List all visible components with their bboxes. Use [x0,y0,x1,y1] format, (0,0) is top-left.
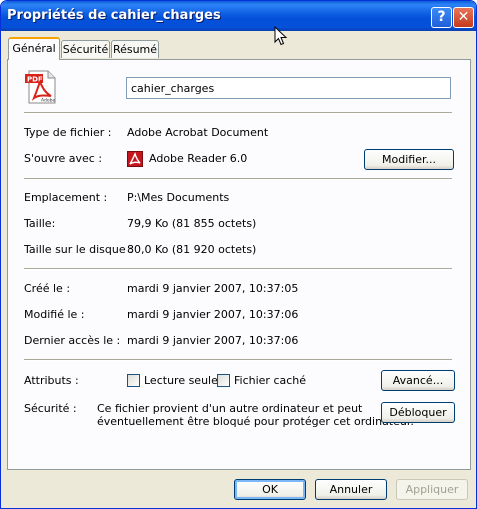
readonly-label: Lecture seule [144,374,218,387]
apply-button[interactable]: Appliquer [396,479,468,500]
created-label: Créé le : [24,282,71,295]
modify-button[interactable]: Modifier... [364,149,454,170]
adobe-reader-icon [127,151,143,167]
location-value: P:\Mes Documents [127,191,230,204]
separator [24,112,452,114]
attributes-label: Attributs : [24,374,79,387]
hidden-label: Fichier caché [234,374,307,387]
separator [24,178,452,180]
advanced-button[interactable]: Avancé... [381,370,455,391]
disk-size-label: Taille sur le disque : [24,243,133,256]
disk-size-value: 80,0 Ko (81 920 octets) [127,243,257,256]
security-text-line2: éventuellement être bloqué pour protéger… [97,415,414,428]
ok-button[interactable]: OK [234,479,306,500]
modified-value: mardi 9 janvier 2007, 10:37:06 [127,308,299,321]
opens-with-value: Adobe Reader 6.0 [149,152,248,165]
separator [24,359,452,361]
size-value: 79,9 Ko (81 855 octets) [127,217,257,230]
file-name-input[interactable] [126,77,451,99]
modified-label: Modifié le : [24,308,85,321]
pdf-file-icon: PDF Adobe [25,70,56,104]
unblock-button[interactable]: Débloquer [381,402,455,423]
properties-dialog: Propriétés de cahier_charges ? ✕ Général… [0,0,477,509]
separator [24,268,452,270]
opens-with-label: S'ouvre avec : [24,152,103,165]
accessed-label: Dernier accès le : [24,334,121,347]
svg-text:Adobe: Adobe [41,98,55,104]
security-label: Sécurité : [24,402,77,415]
location-label: Emplacement : [24,191,108,204]
size-label: Taille: [24,217,56,230]
file-type-value: Adobe Acrobat Document [127,126,269,139]
file-type-label: Type de fichier : [24,126,112,139]
hidden-checkbox[interactable] [217,374,230,387]
created-value: mardi 9 janvier 2007, 10:37:05 [127,282,299,295]
readonly-checkbox[interactable] [127,374,140,387]
accessed-value: mardi 9 janvier 2007, 10:37:06 [127,334,299,347]
cancel-button[interactable]: Annuler [315,479,387,500]
security-text-line1: Ce fichier provient d'un autre ordinateu… [97,402,363,415]
